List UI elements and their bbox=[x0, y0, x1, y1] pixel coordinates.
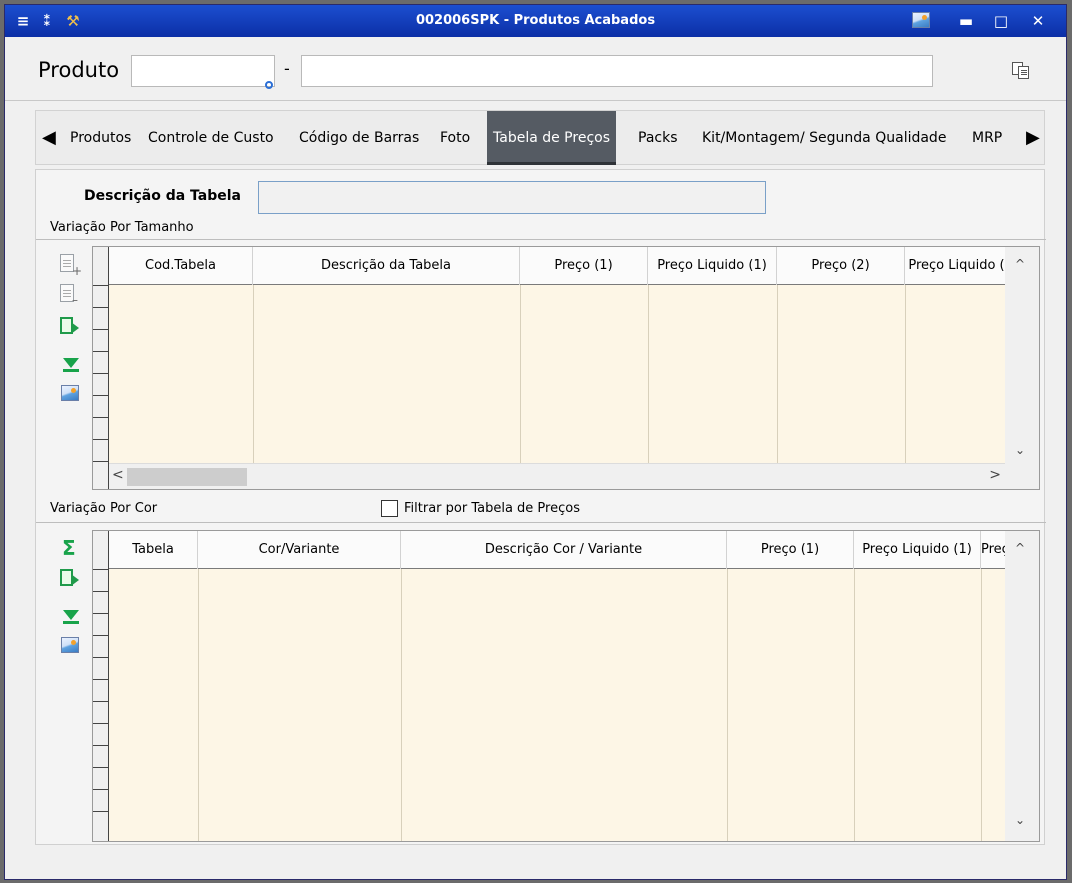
scroll-left-icon[interactable]: < bbox=[112, 467, 124, 483]
size-variation-label: Variação Por Tamanho bbox=[50, 220, 194, 235]
export-icon[interactable] bbox=[60, 568, 82, 590]
section-divider bbox=[36, 239, 1046, 240]
tab-produtos[interactable]: Produtos bbox=[64, 111, 137, 165]
color-variation-label: Variação Por Cor bbox=[50, 501, 158, 516]
image-icon[interactable] bbox=[60, 636, 82, 658]
minimize-button[interactable]: ▬ bbox=[955, 11, 977, 31]
filter-by-price-table-label[interactable]: Filtrar por Tabela de Preços bbox=[404, 501, 580, 516]
scroll-up-icon[interactable]: ^ bbox=[1015, 257, 1025, 271]
row-gutter bbox=[93, 247, 109, 489]
export-icon[interactable] bbox=[60, 316, 82, 338]
tab-packs[interactable]: Packs bbox=[632, 111, 684, 165]
filter-by-price-table-checkbox[interactable] bbox=[381, 500, 398, 517]
tab-strip: ◀ Produtos Controle de Custo Código de B… bbox=[35, 110, 1045, 165]
vertical-scrollbar[interactable]: ^ ⌄ bbox=[1005, 247, 1039, 489]
column-header[interactable]: Preço (1) bbox=[727, 531, 854, 569]
size-price-grid[interactable]: Cod.Tabela Descrição da Tabela Preço (1)… bbox=[92, 246, 1040, 490]
tab-tabela-de-precos[interactable]: Tabela de Preços bbox=[487, 111, 616, 165]
tab-foto[interactable]: Foto bbox=[434, 111, 476, 165]
download-icon[interactable] bbox=[60, 354, 82, 376]
column-header[interactable]: Preço Liquido (1) bbox=[648, 247, 777, 285]
column-header[interactable]: Descrição da Tabela bbox=[253, 247, 520, 285]
column-header[interactable]: Descrição Cor / Variante bbox=[401, 531, 727, 569]
product-row: Produto - bbox=[5, 37, 1066, 101]
tab-kit-montagem[interactable]: Kit/Montagem/ Segunda Qualidade bbox=[696, 111, 952, 165]
product-code-input[interactable] bbox=[131, 55, 275, 87]
download-icon[interactable] bbox=[60, 606, 82, 628]
window-title: 002006SPK - Produtos Acabados bbox=[415, 13, 656, 28]
section-divider bbox=[36, 522, 1046, 523]
tab-scroll-left-icon[interactable]: ◀ bbox=[42, 127, 56, 148]
image-icon[interactable] bbox=[60, 384, 82, 406]
vertical-scrollbar[interactable]: ^ ⌄ bbox=[1005, 531, 1039, 841]
column-header[interactable]: Tabela bbox=[109, 531, 198, 569]
lookup-icon[interactable] bbox=[265, 81, 273, 89]
product-description-input[interactable] bbox=[301, 55, 933, 87]
price-table-panel: Descrição da Tabela Variação Por Tamanho… bbox=[35, 169, 1046, 845]
table-description-label: Descrição da Tabela bbox=[84, 188, 241, 204]
sum-icon[interactable]: Σ bbox=[60, 536, 82, 560]
table-description-input[interactable] bbox=[258, 181, 766, 214]
scroll-right-icon[interactable]: > bbox=[989, 467, 1001, 483]
row-gutter bbox=[93, 531, 109, 841]
column-header[interactable]: Preço (2) bbox=[777, 247, 905, 285]
scroll-up-icon[interactable]: ^ bbox=[1015, 541, 1025, 555]
product-separator: - bbox=[284, 59, 290, 78]
close-button[interactable]: ✕ bbox=[1027, 11, 1049, 31]
tab-mrp[interactable]: MRP bbox=[966, 111, 1008, 165]
color-price-grid[interactable]: Tabela Cor/Variante Descrição Cor / Vari… bbox=[92, 530, 1040, 842]
add-row-icon[interactable]: + bbox=[60, 254, 82, 278]
tab-codigo-de-barras[interactable]: Código de Barras bbox=[293, 111, 425, 165]
maximize-button[interactable]: □ bbox=[990, 11, 1012, 31]
column-header[interactable]: Cor/Variante bbox=[198, 531, 401, 569]
tab-scroll-right-icon[interactable]: ▶ bbox=[1026, 127, 1040, 148]
scroll-down-icon[interactable]: ⌄ bbox=[1015, 813, 1025, 827]
column-header[interactable]: Cod.Tabela bbox=[109, 247, 253, 285]
image-icon[interactable] bbox=[910, 12, 932, 32]
grid-header: Tabela Cor/Variante Descrição Cor / Vari… bbox=[109, 531, 1039, 569]
product-label: Produto bbox=[38, 58, 120, 82]
column-header[interactable]: Preço Liquido ( bbox=[905, 247, 1009, 285]
column-header[interactable]: Preço Liquido (1) bbox=[854, 531, 981, 569]
scroll-thumb[interactable] bbox=[127, 468, 247, 486]
horizontal-scrollbar[interactable]: < > bbox=[109, 463, 1005, 489]
grid-header: Cod.Tabela Descrição da Tabela Preço (1)… bbox=[109, 247, 1039, 285]
column-header[interactable]: Preço (1) bbox=[520, 247, 648, 285]
title-bar: ≡ ⁑ ⚒ 002006SPK - Produtos Acabados ▬ □ … bbox=[5, 5, 1066, 37]
app-window: ≡ ⁑ ⚒ 002006SPK - Produtos Acabados ▬ □ … bbox=[4, 4, 1067, 880]
tab-controle-de-custo[interactable]: Controle de Custo bbox=[142, 111, 280, 165]
remove-row-icon[interactable]: – bbox=[60, 284, 82, 307]
scroll-down-icon[interactable]: ⌄ bbox=[1015, 443, 1025, 457]
copy-icon[interactable] bbox=[1011, 61, 1031, 81]
